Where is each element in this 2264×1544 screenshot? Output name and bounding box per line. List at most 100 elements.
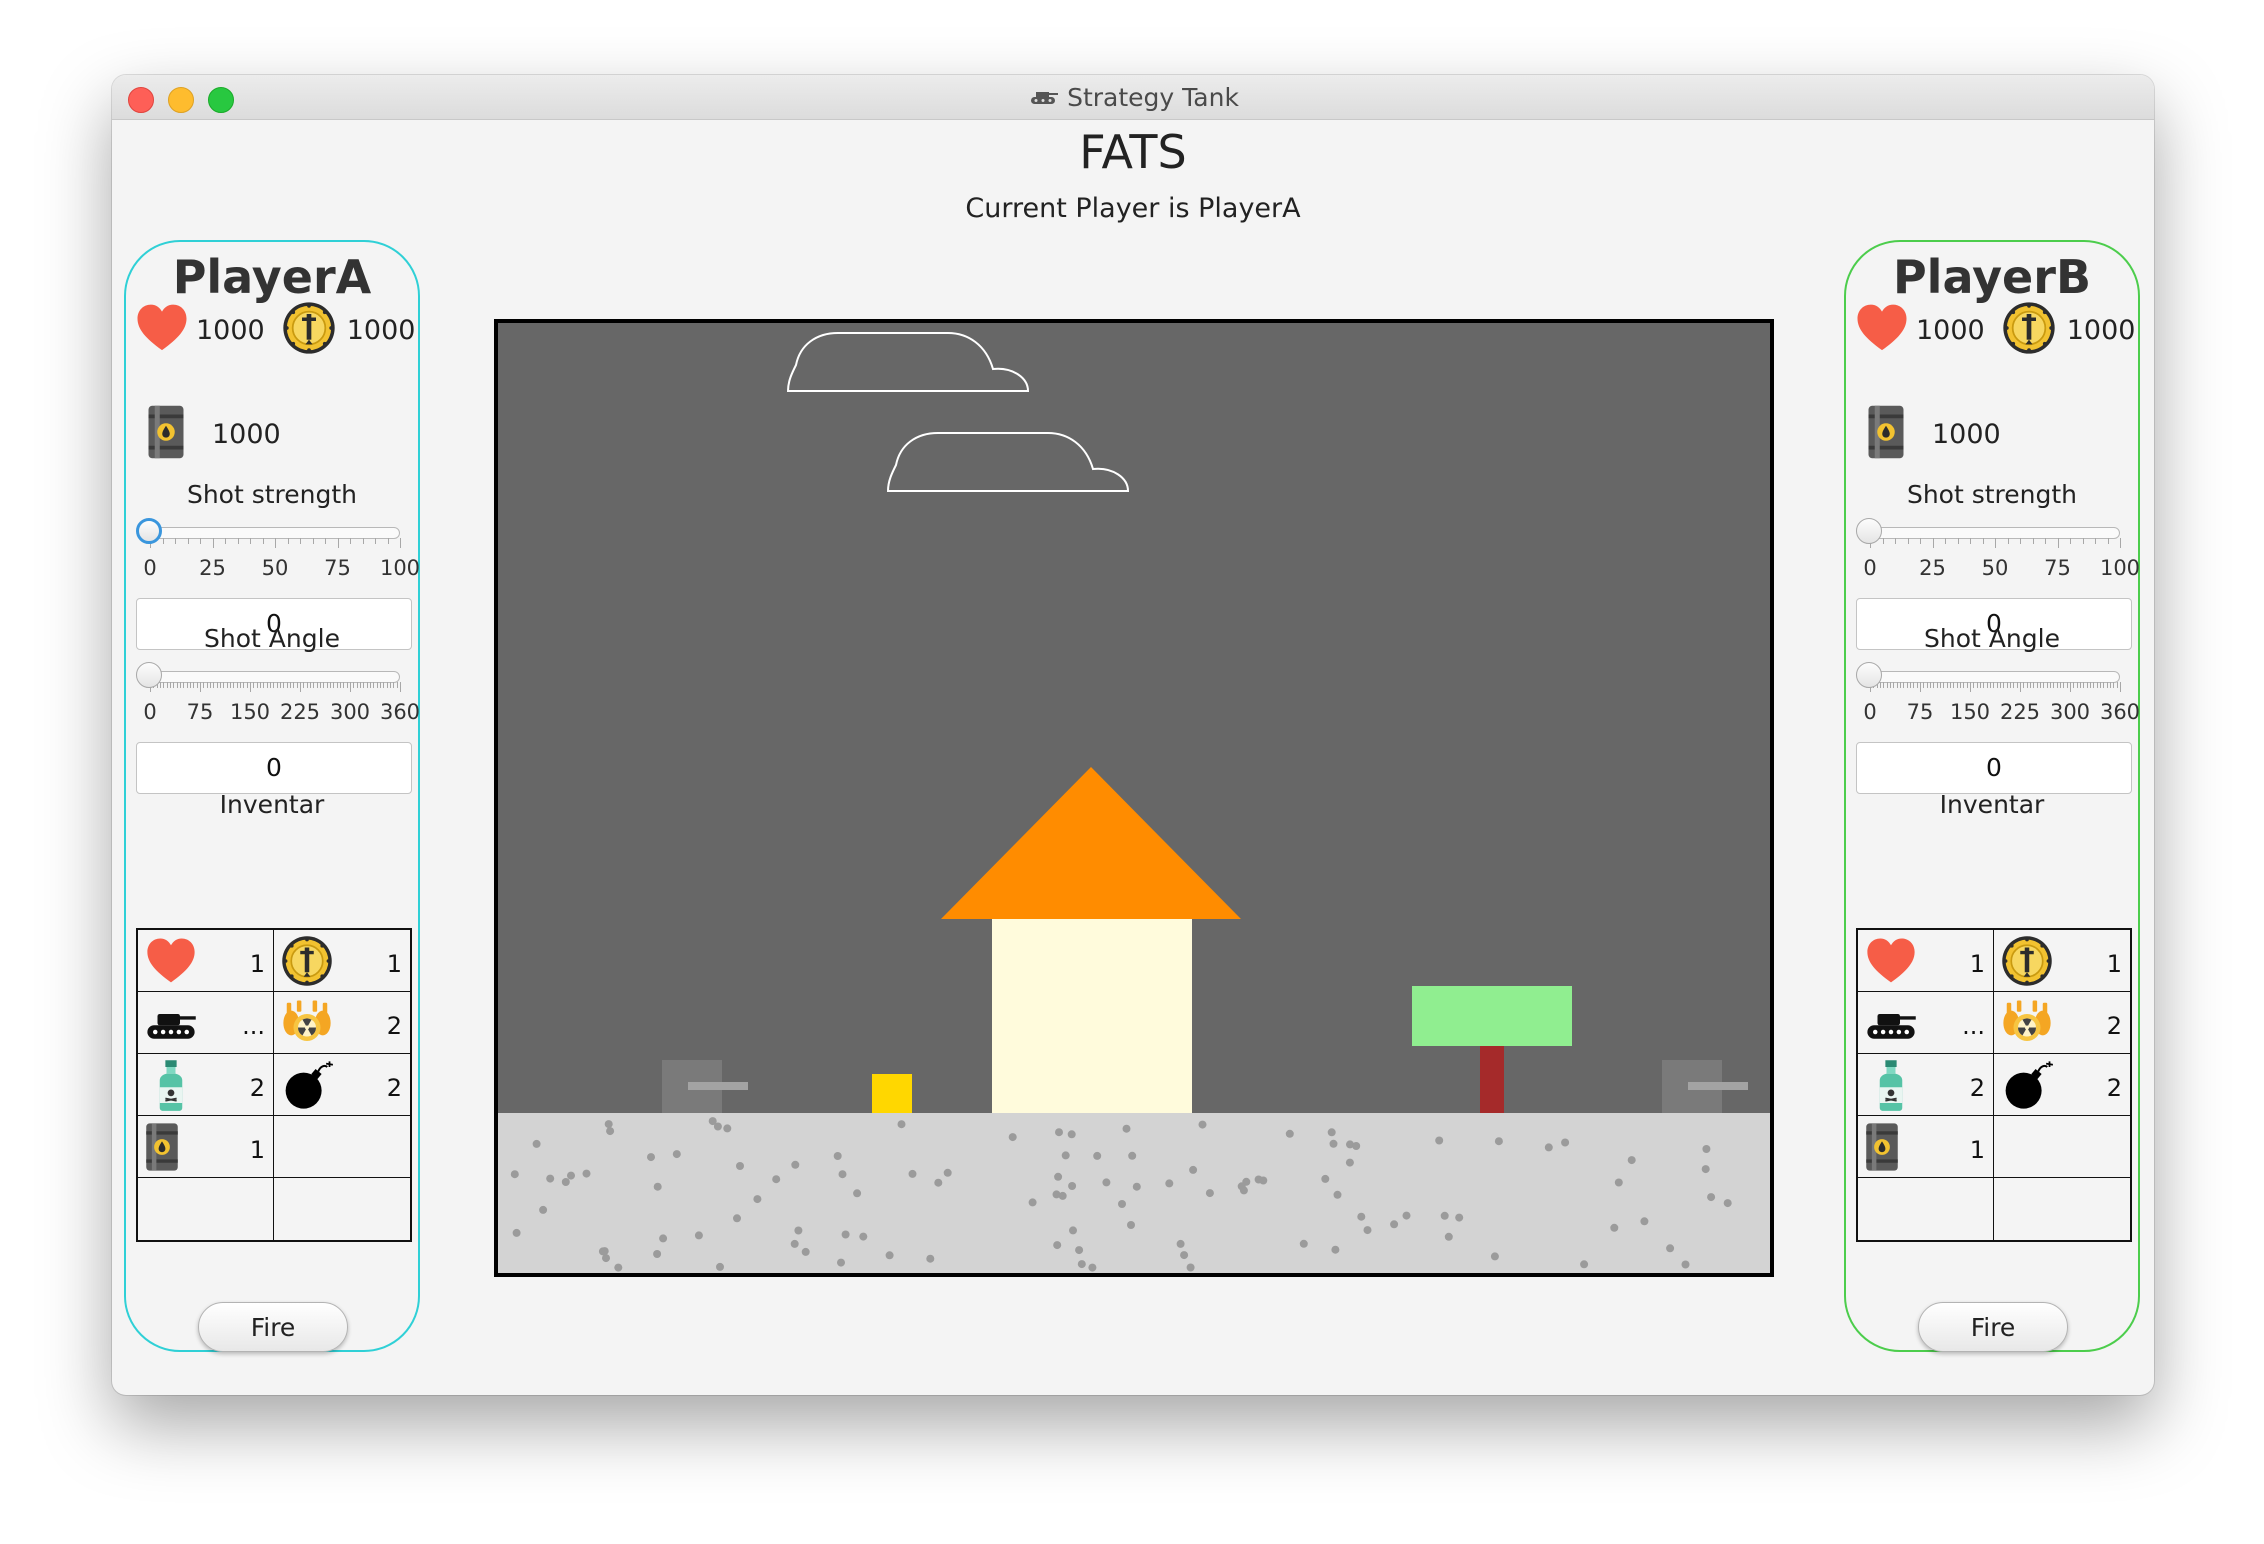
shot-angle-slider[interactable]: 0 75 150 225 300 360 [136,662,420,732]
shot-strength-slider[interactable]: 0 25 50 75 100 [1856,518,2140,588]
ground-pebble [801,1247,810,1256]
shot-angle-label: Shot Angle [1924,624,2060,653]
inventory-slot[interactable]: 1 [1994,930,2130,992]
shot-strength-slider-thumb[interactable] [136,518,162,544]
shot-angle-slider-thumb[interactable] [1856,662,1882,688]
ground-pebble [1440,1211,1449,1220]
slider-minor-tick [1930,682,1931,688]
ground-pebble [772,1175,781,1184]
slider-minor-tick [2036,682,2038,688]
slider-minor-tick [326,682,328,688]
slider-minor-tick [300,538,301,544]
inventory-slot[interactable] [1858,1178,1994,1240]
inventory-slot[interactable]: 2 [138,1054,274,1116]
player-a-panel: PlayerA 1000 1000 1000 Shot strength 0 25… [124,240,420,1352]
inventory-slot[interactable] [1994,1178,2130,1240]
slider-minor-tick [370,682,371,688]
ground-pebble [1061,1151,1070,1160]
inventory-slot[interactable]: 2 [274,992,410,1054]
tree-top [1412,986,1572,1046]
slider-minor-tick [1906,682,1908,688]
shot-strength-slider-thumb[interactable] [1856,518,1882,544]
slider-tick-label: 75 [186,700,214,724]
inventory-count: 1 [1969,1136,1985,1164]
slider-minor-tick [230,682,231,688]
ground-pebble [1627,1156,1636,1165]
slider-minor-tick [393,682,395,688]
inventory-slot[interactable]: 2 [1858,1054,1994,1116]
game-canvas[interactable] [494,319,1774,1277]
ground-pebble [908,1169,917,1178]
inventory-count: 2 [1969,1074,1985,1102]
slider-minor-tick [356,682,358,688]
slider-minor-tick [296,682,298,688]
ground-pebble [1331,1245,1340,1254]
slider-minor-tick [306,682,308,688]
slider-minor-tick [226,682,228,688]
inventory-slot[interactable] [138,1178,274,1240]
slider-tick-label: 150 [229,700,271,724]
inventory-slot[interactable]: 1 [138,1116,274,1178]
slider-minor-tick [1940,682,1941,688]
slider-minor-tick [1886,682,1888,688]
slider-minor-tick [2003,682,2005,688]
ground-pebble [1333,1190,1342,1199]
inventory-slot[interactable] [274,1116,410,1178]
app-window: Strategy Tank FATS Current Player is Pla… [112,75,2154,1395]
slider-minor-tick [196,682,198,688]
inventory-slot[interactable]: 1 [138,930,274,992]
shot-angle-field[interactable]: 0 [136,742,412,794]
inventory-slot[interactable]: 1 [1858,1116,1994,1178]
ground-pebble [1176,1239,1185,1248]
inventory-slot[interactable]: 2 [1994,1054,2130,1116]
inventory-slot[interactable]: 2 [1994,992,2130,1054]
heart-icon [134,300,190,360]
ground-pebble [794,1226,803,1235]
shot-strength-slider[interactable]: 0 25 50 75 100 [136,518,420,588]
inventory-slot[interactable] [274,1178,410,1240]
fire-button[interactable]: Fire [1918,1302,2068,1352]
coins-value: 1000 [2066,314,2136,346]
shot-angle-slider-thumb[interactable] [136,662,162,688]
ground-pebble [838,1170,847,1179]
current-player-label: Current Player is PlayerA [965,193,1301,224]
shot-angle-field[interactable]: 0 [1856,742,2132,794]
slider-minor-tick [325,538,326,544]
inventory-slot[interactable] [1994,1116,2130,1178]
slider-minor-tick [203,682,205,688]
ground-pebble [1299,1239,1308,1248]
bomb-icon [280,1058,334,1116]
slider-tick-label: 360 [379,700,421,724]
ground-pebble [606,1127,615,1136]
inventory-count: 1 [386,950,402,978]
ground-pebble [934,1178,943,1187]
inventory-slot[interactable]: 2 [274,1054,410,1116]
ground-pebble [736,1162,744,1170]
inventory-slot[interactable]: 1 [1858,930,1994,992]
inventory-slot[interactable]: ... [1858,992,1994,1054]
inventory-slot[interactable]: 1 [274,930,410,992]
slider-minor-tick [336,682,338,688]
fire-button[interactable]: Fire [198,1302,348,1352]
inventory-label: Inventar [219,790,325,819]
ground-pebble [510,1170,519,1179]
heart-icon [144,934,198,992]
slider-minor-tick [387,538,389,544]
slider-minor-tick [340,682,341,688]
window-title: Strategy Tank [1067,82,1239,112]
ground-pebble [561,1178,570,1186]
slider-minor-tick [2063,682,2065,688]
ground-pebble [1544,1143,1553,1152]
slider-tick-label: 300 [2049,700,2091,724]
slider-minor-tick [2090,682,2091,688]
slider-major-tick [250,682,251,692]
bomb-icon [2000,1058,2054,1116]
slider-minor-tick [2043,682,2045,688]
inventory-slot[interactable]: ... [138,992,274,1054]
slider-minor-tick [210,682,211,688]
ground-pebble [1189,1165,1198,1174]
tree-trunk [1480,1045,1504,1113]
ground-pebble [1580,1260,1589,1269]
ground-pebble [512,1228,521,1237]
shot-angle-slider[interactable]: 0 75 150 225 300 360 [1856,662,2140,732]
